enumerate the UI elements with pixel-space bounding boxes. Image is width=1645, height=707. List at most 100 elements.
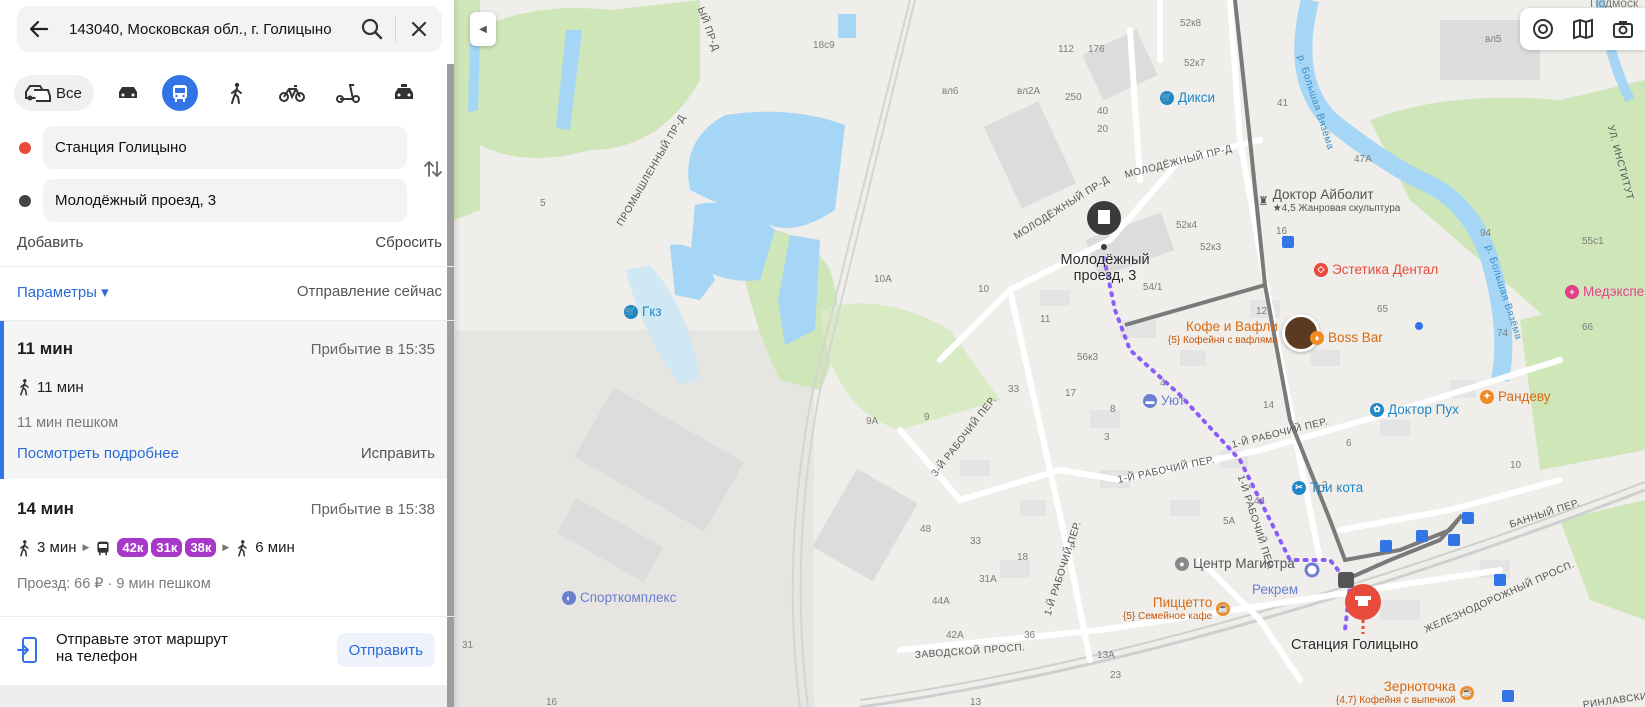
mode-all-label: Все: [56, 84, 82, 102]
clear-button[interactable]: [396, 6, 442, 52]
walk-duration: 3 мин: [37, 539, 77, 556]
map-type-button[interactable]: [1568, 14, 1598, 44]
house-number: 20: [1097, 124, 1109, 135]
house-number: 9: [924, 412, 930, 423]
poi-aibolit[interactable]: ♜ Доктор Айболит ★4,5 Жанровая скульптура: [1258, 187, 1400, 214]
poi-pizzetto[interactable]: Пиццетто {5} Семейное кафе ☕: [1123, 595, 1231, 622]
route-arrival: Прибытие в 15:38: [310, 501, 435, 518]
add-point-button[interactable]: Добавить: [17, 234, 83, 251]
departure-time-button[interactable]: Отправление сейчас: [297, 283, 442, 300]
bus-icon: [97, 541, 110, 555]
divider: [0, 266, 454, 267]
swap-arrows-icon: [424, 161, 442, 177]
camera-icon: [1613, 21, 1633, 38]
house-number: 42А: [946, 630, 964, 641]
house-number: 52к8: [1180, 18, 1202, 29]
poi-randevu[interactable]: ✦ Рандеву: [1480, 389, 1551, 404]
bus-lines: 42к 31к 38к: [117, 538, 217, 557]
poi-medexp[interactable]: + Медэкспе: [1565, 284, 1644, 299]
poi-doktorpuh[interactable]: ✿ Доктор Пух: [1370, 402, 1459, 417]
house-number: 18с9: [813, 40, 835, 51]
house-number: 6: [1346, 438, 1352, 449]
mode-walk[interactable]: [218, 75, 254, 111]
shop-icon: 🛒: [1160, 90, 1174, 105]
house-number: 31: [462, 640, 474, 651]
route-legs: 11 мин: [17, 378, 84, 396]
poi-kofe[interactable]: Кофе и Вафли {5} Кофейня с вафлями: [1168, 314, 1320, 352]
house-number: 11: [1040, 314, 1051, 325]
poi-gkz[interactable]: 🛒 Гкз: [624, 304, 662, 319]
poi-uyut[interactable]: ▬ Уют: [1143, 393, 1185, 408]
chevron-right-icon: ▶: [222, 542, 230, 552]
house-number: 41: [1277, 98, 1289, 109]
search-input[interactable]: 143040, Московская обл., г. Голицыно: [61, 21, 349, 38]
house-number: 31А: [979, 574, 997, 585]
search-icon: [361, 18, 383, 40]
service-icon: ✂: [1292, 480, 1306, 495]
cafe-icon: ☕: [1459, 685, 1474, 700]
house-number: 5: [540, 198, 546, 209]
route-summary: 11 мин пешком: [17, 415, 119, 431]
house-number: 4: [1160, 378, 1166, 389]
search-button[interactable]: [349, 6, 395, 52]
phone-icon: [17, 637, 39, 668]
mode-scooter[interactable]: [330, 75, 366, 111]
house-number: 66: [1582, 322, 1594, 333]
poi-estetika[interactable]: ◇ Эстетика Дентал: [1314, 262, 1438, 277]
mode-bus[interactable]: [161, 75, 198, 111]
poi-zernotochka[interactable]: Зерноточка {4,7} Кофейня с выпечкой ☕: [1336, 679, 1474, 706]
station-label: Станция Голицыно: [1291, 637, 1419, 653]
params-dropdown[interactable]: Параметры ▾: [17, 283, 109, 301]
collapse-panel-button[interactable]: ◀: [470, 12, 496, 46]
to-field[interactable]: Молодёжный проезд, 3: [43, 179, 407, 222]
layers-icon: [1533, 19, 1553, 39]
from-field[interactable]: Станция Голицыно: [43, 126, 407, 169]
panel-footer: [0, 685, 447, 707]
mode-all[interactable]: Все: [14, 75, 94, 111]
mode-taxi[interactable]: [386, 75, 422, 111]
route-fix-link[interactable]: Исправить: [361, 445, 435, 462]
car-icon: [118, 87, 137, 98]
poi-rekrem[interactable]: Рекрем: [1252, 582, 1298, 597]
house-number: 16: [1276, 226, 1288, 237]
house-number: 18: [1017, 552, 1029, 563]
send-button[interactable]: Отправить: [336, 633, 435, 667]
beer-icon: ♦: [1310, 330, 1324, 345]
panorama-button[interactable]: [1608, 14, 1638, 44]
poi-sport[interactable]: ◐ Спорткомплекс: [562, 590, 676, 605]
destination-label: Молодёжный проезд, 3: [1060, 252, 1150, 284]
poi-centr[interactable]: ● Центр Магистра: [1175, 556, 1295, 571]
mode-bike[interactable]: [274, 75, 310, 111]
mode-car[interactable]: [110, 75, 146, 111]
car-multiple-icon: [25, 85, 51, 102]
house-number: 176: [1088, 44, 1105, 55]
reset-button[interactable]: Сбросить: [375, 234, 442, 251]
panel-scrollbar[interactable]: [447, 64, 454, 707]
poi-bossbar[interactable]: ♦ Boss Bar: [1310, 330, 1383, 345]
house-number: 8: [1110, 404, 1116, 415]
layers-button[interactable]: [1528, 14, 1558, 44]
back-button[interactable]: [17, 6, 61, 52]
walk-icon: [20, 539, 29, 557]
triangle-left-icon: ◀: [479, 23, 487, 35]
house-number: 40: [1097, 106, 1109, 117]
swap-button[interactable]: [422, 158, 446, 182]
poi-trikota[interactable]: ✂ Три кота: [1292, 480, 1363, 495]
poi-dixy[interactable]: 🛒 Дикси: [1160, 90, 1215, 105]
route-option-1[interactable]: 11 мин Прибытие в 15:35 11 мин 11 мин пе…: [0, 321, 447, 479]
cafe-icon: ☕: [1216, 601, 1231, 616]
route-option-2[interactable]: 14 мин Прибытие в 15:38 3 мин ▶ 42к 31к …: [0, 479, 447, 615]
sport-icon: ◐: [562, 590, 576, 605]
bus-icon: [172, 85, 187, 102]
route-details-link[interactable]: Посмотреть подробнее: [17, 445, 179, 462]
house-number: 13А: [1097, 650, 1115, 661]
house-number: 52к7: [1184, 58, 1206, 69]
house-number: 48: [920, 524, 932, 535]
route-duration: 11 мин: [17, 339, 73, 358]
map-icon: [1573, 18, 1593, 40]
house-number: 10: [978, 284, 990, 295]
bicycle-icon: [278, 85, 305, 102]
tooth-icon: ◇: [1314, 262, 1328, 277]
arrow-left-icon: [29, 20, 49, 38]
house-number: 16: [546, 697, 558, 707]
